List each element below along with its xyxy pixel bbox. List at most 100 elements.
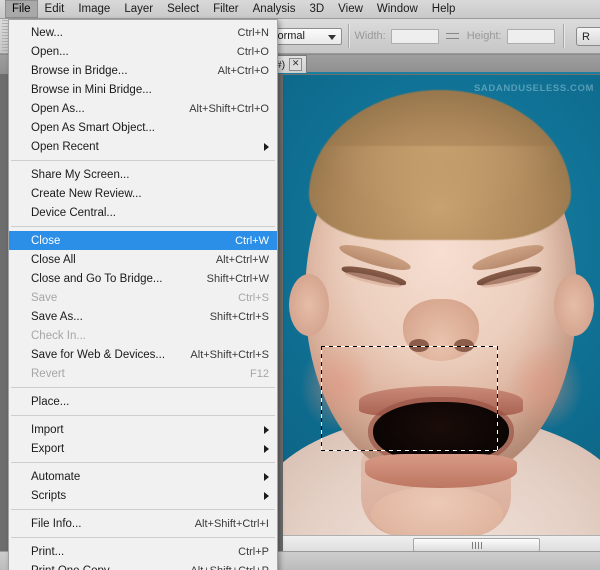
file-menu-item-shortcut: Alt+Shift+Ctrl+I: [177, 518, 269, 530]
file-menu-item-open-as-smart-object[interactable]: Open As Smart Object...: [9, 118, 277, 137]
baby-hair: [309, 90, 571, 240]
file-menu-item-scripts[interactable]: Scripts: [9, 486, 277, 505]
file-menu-item-label: Create New Review...: [31, 188, 142, 200]
file-menu-item-label: Revert: [31, 368, 65, 380]
chevron-down-icon: [328, 35, 336, 40]
file-menu-item-shortcut: Alt+Shift+Ctrl+P: [172, 565, 269, 570]
height-label: Height:: [467, 30, 502, 42]
file-menu-item-label: New...: [31, 27, 63, 39]
baby-lower-lip: [365, 454, 517, 488]
watermark-text: SADANDUSELESS.COM: [474, 83, 594, 94]
file-menu-item-shortcut: Alt+Shift+Ctrl+O: [171, 103, 269, 115]
submenu-arrow-icon: [264, 492, 269, 500]
close-icon[interactable]: ✕: [289, 58, 302, 71]
file-menu-item-shortcut: Ctrl+P: [220, 546, 269, 558]
file-menu-item-label: Browse in Bridge...: [31, 65, 128, 77]
file-menu-item-browse-in-bridge[interactable]: Browse in Bridge...Alt+Ctrl+O: [9, 61, 277, 80]
menu-image[interactable]: Image: [71, 0, 117, 18]
file-menu-item-open-recent[interactable]: Open Recent: [9, 137, 277, 156]
file-menu-item-label: Automate: [31, 471, 80, 483]
file-menu-item-shortcut: Alt+Shift+Ctrl+S: [172, 349, 269, 361]
submenu-arrow-icon: [264, 426, 269, 434]
file-menu-item-export[interactable]: Export: [9, 439, 277, 458]
file-menu-item-label: Close: [31, 235, 60, 247]
refine-edge-label: R: [582, 31, 590, 43]
menu-separator: [11, 509, 275, 510]
baby-ear-right: [554, 274, 594, 336]
menu-separator: [11, 462, 275, 463]
rectangular-marquee-selection[interactable]: [321, 346, 498, 451]
file-menu-item-label: Print...: [31, 546, 64, 558]
file-menu-item-label: Device Central...: [31, 207, 116, 219]
file-menu-item-print-one-copy[interactable]: Print One Copy Alt+Shift+Ctrl+P: [9, 561, 277, 570]
photoshop-window: SADANDUSELESS.COM B/8#) ✕ Style: Normal …: [0, 0, 600, 570]
file-menu-item-label: Save for Web & Devices...: [31, 349, 165, 361]
file-menu-dropdown: New...Ctrl+N Open... Ctrl+O Browse in Bridg…: [8, 19, 278, 570]
file-menu-item-open[interactable]: Open... Ctrl+O: [9, 42, 277, 61]
menu-window[interactable]: Window: [370, 0, 425, 18]
file-menu-item-save-for-web-devices[interactable]: Save for Web & Devices... Alt+Shift+Ctrl+…: [9, 345, 277, 364]
file-menu-item-share-my-screen[interactable]: Share My Screen...: [9, 165, 277, 184]
file-menu-item-close[interactable]: Close Ctrl+W: [9, 231, 277, 250]
menu-separator: [11, 387, 275, 388]
file-menu-item-label: Open As Smart Object...: [31, 122, 155, 134]
file-menu-item-label: Save: [31, 292, 57, 304]
file-menu-item-print[interactable]: Print... Ctrl+P: [9, 542, 277, 561]
submenu-arrow-icon: [264, 143, 269, 151]
file-menu-item-close-all[interactable]: Close AllAlt+Ctrl+W: [9, 250, 277, 269]
menu-select[interactable]: Select: [160, 0, 206, 18]
file-menu-item-shortcut: Alt+Ctrl+W: [198, 254, 269, 266]
file-menu-item-shortcut: Ctrl+W: [217, 235, 269, 247]
submenu-arrow-icon: [264, 445, 269, 453]
file-menu-item-shortcut: Ctrl+O: [219, 46, 269, 58]
swap-width-height-icon[interactable]: [445, 28, 461, 44]
horizontal-scrollbar[interactable]: [283, 535, 600, 551]
file-menu-item-new[interactable]: New...Ctrl+N: [9, 23, 277, 42]
file-menu-item-import[interactable]: Import: [9, 420, 277, 439]
marching-ants-border: [321, 346, 498, 451]
file-menu-item-close-and-go-to-bridge[interactable]: Close and Go To Bridge... Shift+Ctrl+W: [9, 269, 277, 288]
submenu-arrow-icon: [264, 473, 269, 481]
scrollbar-thumb[interactable]: [413, 538, 540, 551]
width-input[interactable]: [391, 29, 439, 44]
file-menu-item-create-new-review[interactable]: Create New Review...: [9, 184, 277, 203]
image-canvas[interactable]: SADANDUSELESS.COM: [283, 74, 600, 544]
menu-file[interactable]: File: [5, 0, 38, 18]
menu-help[interactable]: Help: [425, 0, 463, 18]
file-menu-item-label: Scripts: [31, 490, 66, 502]
menu-analysis[interactable]: Analysis: [246, 0, 303, 18]
file-menu-item-file-info[interactable]: File Info... Alt+Shift+Ctrl+I: [9, 514, 277, 533]
file-menu-item-label: Open...: [31, 46, 69, 58]
scrollbar-grip-icon: [472, 542, 482, 549]
width-label: Width:: [355, 30, 386, 42]
file-menu-item-label: File Info...: [31, 518, 82, 530]
file-menu-item-open-as[interactable]: Open As... Alt+Shift+Ctrl+O: [9, 99, 277, 118]
file-menu-item-label: Close and Go To Bridge...: [31, 273, 162, 285]
file-menu-item-browse-in-mini-bridge[interactable]: Browse in Mini Bridge...: [9, 80, 277, 99]
baby-ear-left: [289, 274, 329, 336]
file-menu-item-label: Browse in Mini Bridge...: [31, 84, 152, 96]
menu-separator: [11, 537, 275, 538]
menu-layer[interactable]: Layer: [117, 0, 160, 18]
menu-separator: [11, 415, 275, 416]
file-menu-item-automate[interactable]: Automate: [9, 467, 277, 486]
file-menu-item-label: Open As...: [31, 103, 85, 115]
refine-edge-button[interactable]: R: [576, 27, 600, 46]
menu-separator: [11, 160, 275, 161]
height-input[interactable]: [507, 29, 555, 44]
menu-edit[interactable]: Edit: [38, 0, 72, 18]
file-menu-item-label: Place...: [31, 396, 69, 408]
file-menu-item-place[interactable]: Place...: [9, 392, 277, 411]
menu-filter[interactable]: Filter: [206, 0, 246, 18]
file-menu-item-label: Print One Copy: [31, 565, 110, 570]
file-menu-item-shortcut: F12: [232, 368, 269, 380]
file-menu-item-label: Export: [31, 443, 64, 455]
menu-3d[interactable]: 3D: [302, 0, 331, 18]
file-menu-item-save-as[interactable]: Save As...Shift+Ctrl+S: [9, 307, 277, 326]
file-menu-item-shortcut: Ctrl+S: [220, 292, 269, 304]
file-menu-item-shortcut: Shift+Ctrl+W: [189, 273, 269, 285]
menu-bar: File Edit Image Layer Select Filter Anal…: [0, 0, 600, 19]
menu-view[interactable]: View: [331, 0, 370, 18]
file-menu-item-device-central[interactable]: Device Central...: [9, 203, 277, 222]
file-menu-item-shortcut: Shift+Ctrl+S: [192, 311, 269, 323]
